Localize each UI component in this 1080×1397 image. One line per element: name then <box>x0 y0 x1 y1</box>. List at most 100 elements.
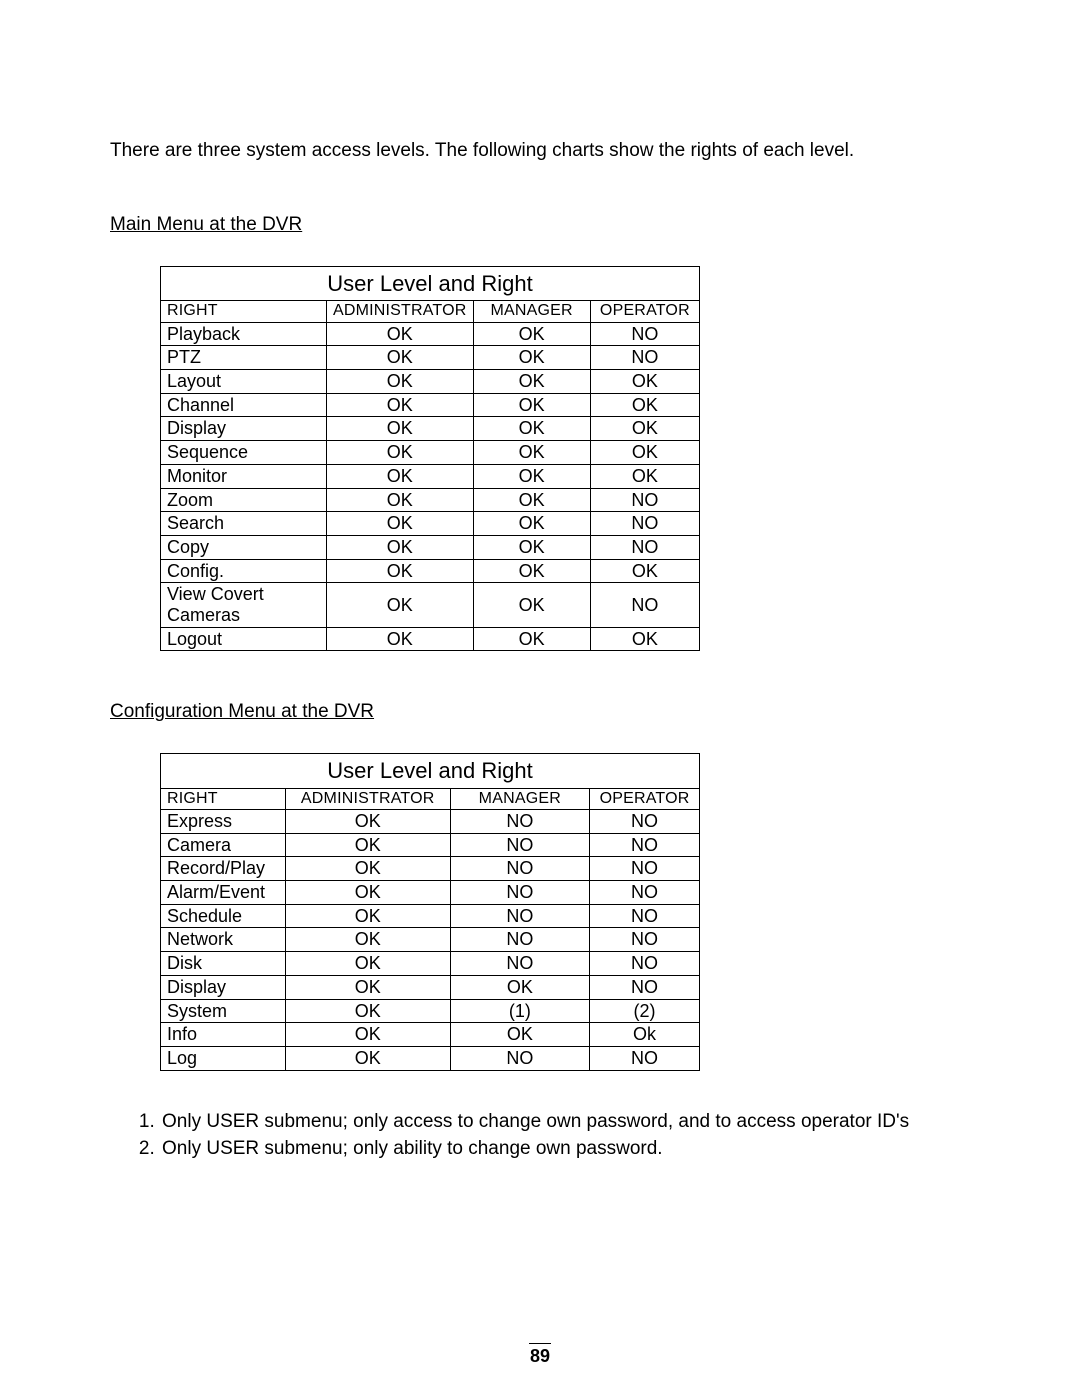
col-operator: OPERATOR <box>590 301 699 322</box>
cell-admin: OK <box>326 464 473 488</box>
cell-manager: OK <box>450 1023 589 1047</box>
cell-manager: OK <box>473 559 590 583</box>
table-row: SequenceOKOKOK <box>161 441 700 465</box>
table-row: DisplayOKOKNO <box>161 975 700 999</box>
cell-operator: NO <box>590 975 700 999</box>
table-row: Record/PlayOKNONO <box>161 857 700 881</box>
cell-operator: OK <box>590 464 699 488</box>
cell-admin: OK <box>326 417 473 441</box>
cell-right: Logout <box>161 627 327 651</box>
cell-right: Express <box>161 810 286 834</box>
table-title: User Level and Right <box>161 754 700 788</box>
table-row: ScheduleOKNONO <box>161 904 700 928</box>
cell-right: Sequence <box>161 441 327 465</box>
col-admin: ADMINISTRATOR <box>285 788 450 809</box>
cell-manager: NO <box>450 833 589 857</box>
cell-right: Config. <box>161 559 327 583</box>
cell-manager: OK <box>473 417 590 441</box>
rights-table-main: User Level and Right RIGHT ADMINISTRATOR… <box>160 266 700 651</box>
cell-manager: OK <box>473 393 590 417</box>
intro-paragraph: There are three system access levels. Th… <box>110 140 970 162</box>
cell-right: Display <box>161 975 286 999</box>
col-operator: OPERATOR <box>590 788 700 809</box>
cell-operator: NO <box>590 346 699 370</box>
cell-operator: OK <box>590 441 699 465</box>
cell-operator: NO <box>590 833 700 857</box>
cell-admin: OK <box>326 393 473 417</box>
cell-operator: NO <box>590 512 699 536</box>
cell-right: Zoom <box>161 488 327 512</box>
table-row: SearchOKOKNO <box>161 512 700 536</box>
table-row: ChannelOKOKOK <box>161 393 700 417</box>
col-right: RIGHT <box>161 301 327 322</box>
table-row: View Covert CamerasOKOKNO <box>161 583 700 627</box>
table-row: Config.OKOKOK <box>161 559 700 583</box>
col-right: RIGHT <box>161 788 286 809</box>
page-number-value: 89 <box>529 1343 551 1367</box>
cell-manager: OK <box>473 464 590 488</box>
cell-operator: (2) <box>590 999 700 1023</box>
cell-admin: OK <box>285 810 450 834</box>
cell-operator: OK <box>590 393 699 417</box>
cell-admin: OK <box>326 559 473 583</box>
cell-admin: OK <box>285 833 450 857</box>
cell-manager: NO <box>450 952 589 976</box>
cell-right: Playback <box>161 322 327 346</box>
table-row: ZoomOKOKNO <box>161 488 700 512</box>
cell-right: Display <box>161 417 327 441</box>
table-header-row: RIGHT ADMINISTRATOR MANAGER OPERATOR <box>161 301 700 322</box>
cell-right: Copy <box>161 535 327 559</box>
table-row: SystemOK(1)(2) <box>161 999 700 1023</box>
cell-operator: NO <box>590 928 700 952</box>
table-row: NetworkOKNONO <box>161 928 700 952</box>
cell-right: Disk <box>161 952 286 976</box>
cell-manager: OK <box>473 627 590 651</box>
cell-right: Log <box>161 1046 286 1070</box>
table-row: DiskOKNONO <box>161 952 700 976</box>
cell-operator: NO <box>590 881 700 905</box>
cell-right: View Covert Cameras <box>161 583 327 627</box>
cell-manager: OK <box>473 535 590 559</box>
table-row: CameraOKNONO <box>161 833 700 857</box>
cell-manager: OK <box>473 346 590 370</box>
footnote-1: Only USER submenu; only access to change… <box>160 1111 970 1133</box>
cell-admin: OK <box>326 627 473 651</box>
cell-operator: NO <box>590 810 700 834</box>
cell-admin: OK <box>326 322 473 346</box>
cell-right: PTZ <box>161 346 327 370</box>
footnotes: Only USER submenu; only access to change… <box>110 1111 970 1160</box>
cell-operator: NO <box>590 1046 700 1070</box>
footnote-2: Only USER submenu; only ability to chang… <box>160 1138 970 1160</box>
cell-admin: OK <box>285 904 450 928</box>
cell-operator: OK <box>590 627 699 651</box>
cell-admin: OK <box>326 441 473 465</box>
table-row: MonitorOKOKOK <box>161 464 700 488</box>
cell-admin: OK <box>285 975 450 999</box>
cell-operator: NO <box>590 535 699 559</box>
table-row: CopyOKOKNO <box>161 535 700 559</box>
cell-operator: NO <box>590 904 700 928</box>
table-title-row: User Level and Right <box>161 267 700 301</box>
cell-right: Monitor <box>161 464 327 488</box>
table-title: User Level and Right <box>161 267 700 301</box>
table-row: LayoutOKOKOK <box>161 370 700 394</box>
cell-manager: NO <box>450 904 589 928</box>
cell-admin: OK <box>326 370 473 394</box>
cell-manager: OK <box>473 512 590 536</box>
cell-operator: OK <box>590 417 699 441</box>
table-row: LogOKNONO <box>161 1046 700 1070</box>
cell-admin: OK <box>285 952 450 976</box>
table-row: InfoOKOKOk <box>161 1023 700 1047</box>
col-manager: MANAGER <box>450 788 589 809</box>
cell-operator: NO <box>590 583 699 627</box>
cell-manager: NO <box>450 810 589 834</box>
document-page: There are three system access levels. Th… <box>0 0 1080 1397</box>
rights-table-config: User Level and Right RIGHT ADMINISTRATOR… <box>160 753 700 1070</box>
cell-right: Channel <box>161 393 327 417</box>
cell-right: Alarm/Event <box>161 881 286 905</box>
col-admin: ADMINISTRATOR <box>326 301 473 322</box>
cell-operator: NO <box>590 857 700 881</box>
table-row: PTZOKOKNO <box>161 346 700 370</box>
cell-right: Layout <box>161 370 327 394</box>
section-heading-2: Configuration Menu at the DVR <box>110 701 970 723</box>
